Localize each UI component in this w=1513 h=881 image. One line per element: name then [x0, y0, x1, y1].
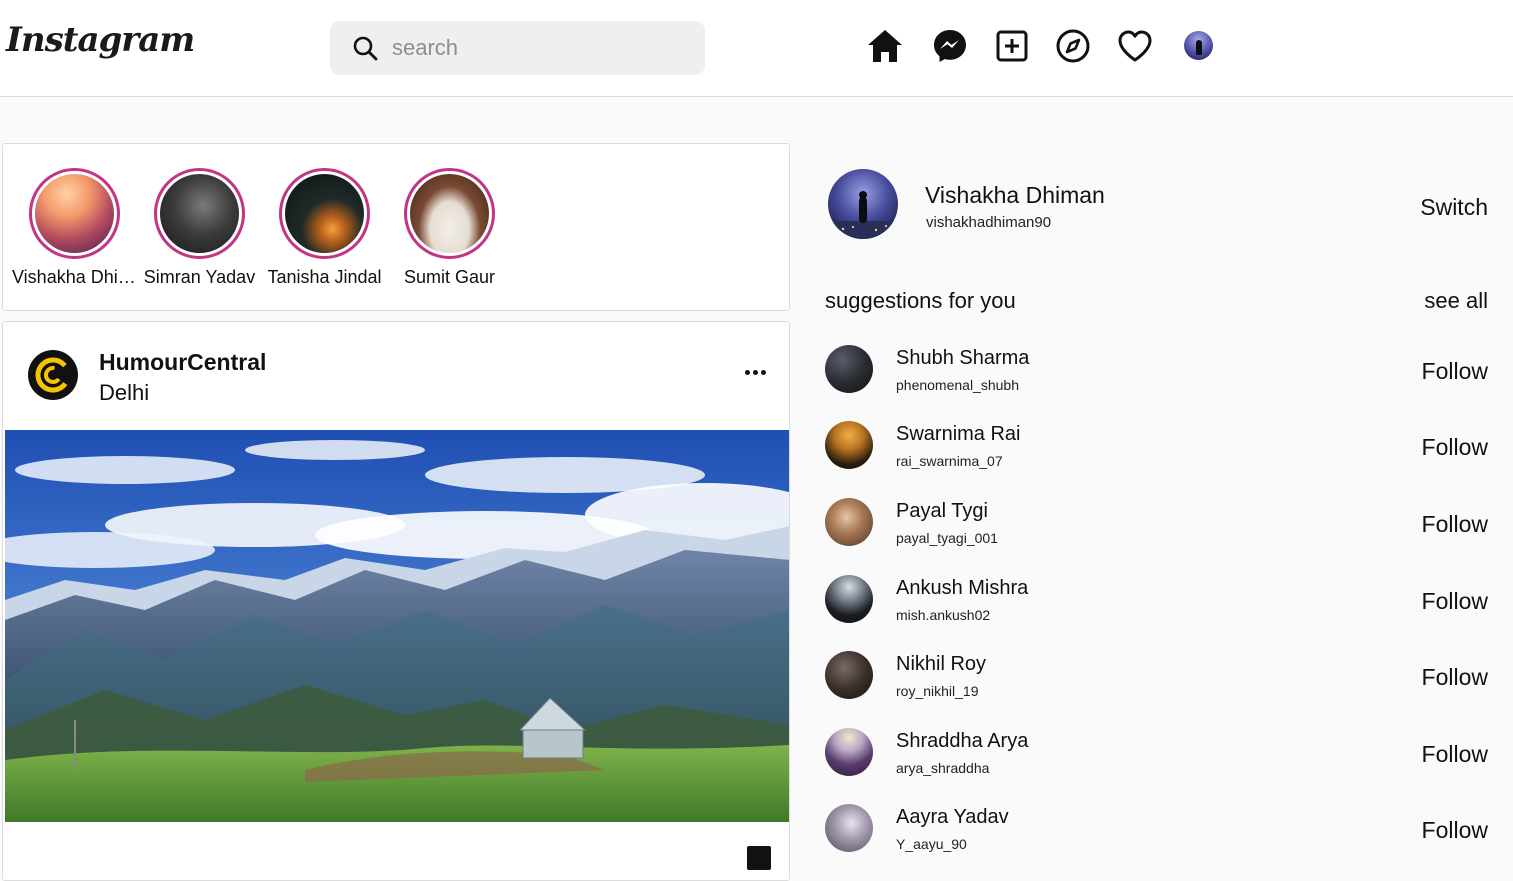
suggestion-avatar[interactable]	[825, 498, 873, 546]
story-name: Vishakha Dhiman	[12, 267, 137, 287]
suggestion-name[interactable]: Shubh Sharma	[896, 347, 1029, 370]
suggestion-handle: roy_nikhil_19	[896, 683, 979, 699]
follow-button[interactable]: Follow	[1422, 434, 1488, 461]
suggestions-heading: suggestions for you	[825, 288, 1016, 313]
suggestion-item: Swarnima Rai rai_swarnima_07 Follow	[825, 421, 1490, 481]
story-avatar	[160, 174, 239, 253]
follow-button[interactable]: Follow	[1422, 741, 1488, 768]
suggestion-name[interactable]: Swarnima Rai	[896, 423, 1020, 446]
top-navbar: Instagram	[0, 0, 1513, 97]
suggestion-name[interactable]: Ankush Mishra	[896, 577, 1028, 600]
suggestion-item: Aayra Yadav Y_aayu_90 Follow	[825, 804, 1490, 864]
see-all-link[interactable]: see all	[1424, 288, 1488, 314]
profile-avatar[interactable]	[1184, 31, 1213, 60]
suggestion-name[interactable]: Payal Tygi	[896, 500, 988, 523]
suggestion-avatar[interactable]	[825, 804, 873, 852]
current-user-name[interactable]: Vishakha Dhiman	[925, 182, 1105, 209]
suggestion-avatar[interactable]	[825, 651, 873, 699]
search-input[interactable]	[392, 33, 682, 63]
follow-button[interactable]: Follow	[1422, 358, 1488, 385]
post-username[interactable]: HumourCentral	[99, 349, 266, 376]
search-icon	[352, 35, 378, 66]
story-name: Simran Yadav	[143, 267, 256, 287]
stories-tray: Vishakha Dhiman Simran Yadav Tanisha Jin…	[2, 143, 790, 311]
suggestion-handle: payal_tyagi_001	[896, 530, 998, 546]
story-item[interactable]: Simran Yadav	[137, 168, 262, 288]
post-location[interactable]: Delhi	[99, 380, 149, 406]
post-author-avatar[interactable]	[28, 350, 78, 400]
story-avatar	[35, 174, 114, 253]
switch-account-button[interactable]: Switch	[1420, 194, 1488, 221]
feed-post: HumourCentral Delhi	[2, 321, 790, 881]
suggestion-handle: Y_aayu_90	[896, 836, 967, 852]
follow-button[interactable]: Follow	[1422, 664, 1488, 691]
post-image[interactable]	[5, 430, 789, 822]
story-name: Tanisha Jindal	[267, 267, 382, 287]
story-avatar	[410, 174, 489, 253]
story-item[interactable]: Vishakha Dhiman	[12, 168, 137, 288]
suggestion-avatar[interactable]	[825, 345, 873, 393]
messenger-icon[interactable]	[931, 27, 969, 65]
explore-icon[interactable]	[1054, 27, 1092, 65]
story-name: Sumit Gaur	[403, 267, 496, 287]
story-item[interactable]: Sumit Gaur	[387, 168, 512, 288]
new-post-icon[interactable]	[993, 27, 1031, 65]
suggestion-handle: phenomenal_shubh	[896, 377, 1019, 393]
story-avatar	[285, 174, 364, 253]
suggestion-handle: mish.ankush02	[896, 607, 991, 623]
story-ring	[29, 168, 120, 259]
suggestion-item: Shraddha Arya arya_shraddha Follow	[825, 728, 1490, 788]
comedy-central-logo-icon	[35, 357, 71, 393]
current-user-handle: vishakhadhiman90	[926, 214, 1052, 231]
home-icon[interactable]	[866, 27, 904, 65]
story-ring	[279, 168, 370, 259]
current-user-avatar[interactable]	[828, 169, 898, 239]
suggestion-handle: rai_swarnima_07	[896, 453, 1003, 469]
more-options-icon[interactable]	[741, 362, 769, 382]
instagram-logo[interactable]: Instagram	[6, 20, 195, 60]
story-ring	[404, 168, 495, 259]
heart-icon[interactable]	[1116, 27, 1154, 65]
suggestion-name[interactable]: Aayra Yadav	[896, 806, 1009, 829]
bookmark-icon[interactable]	[747, 846, 771, 870]
suggestion-item: Ankush Mishra mish.ankush02 Follow	[825, 575, 1490, 635]
story-item[interactable]: Tanisha Jindal	[262, 168, 387, 288]
suggestion-name[interactable]: Nikhil Roy	[896, 653, 986, 676]
suggestion-avatar[interactable]	[825, 575, 873, 623]
suggestion-handle: arya_shraddha	[896, 760, 990, 776]
suggestion-item: Shubh Sharma phenomenal_shubh Follow	[825, 345, 1490, 405]
suggestion-avatar[interactable]	[825, 421, 873, 469]
follow-button[interactable]: Follow	[1422, 511, 1488, 538]
follow-button[interactable]: Follow	[1422, 588, 1488, 615]
suggestion-item: Payal Tygi payal_tyagi_001 Follow	[825, 498, 1490, 558]
search-bar[interactable]	[330, 21, 705, 75]
follow-button[interactable]: Follow	[1422, 817, 1488, 844]
suggestion-name[interactable]: Shraddha Arya	[896, 730, 1028, 753]
story-ring	[154, 168, 245, 259]
suggestion-item: Nikhil Roy roy_nikhil_19 Follow	[825, 651, 1490, 711]
suggestion-avatar[interactable]	[825, 728, 873, 776]
